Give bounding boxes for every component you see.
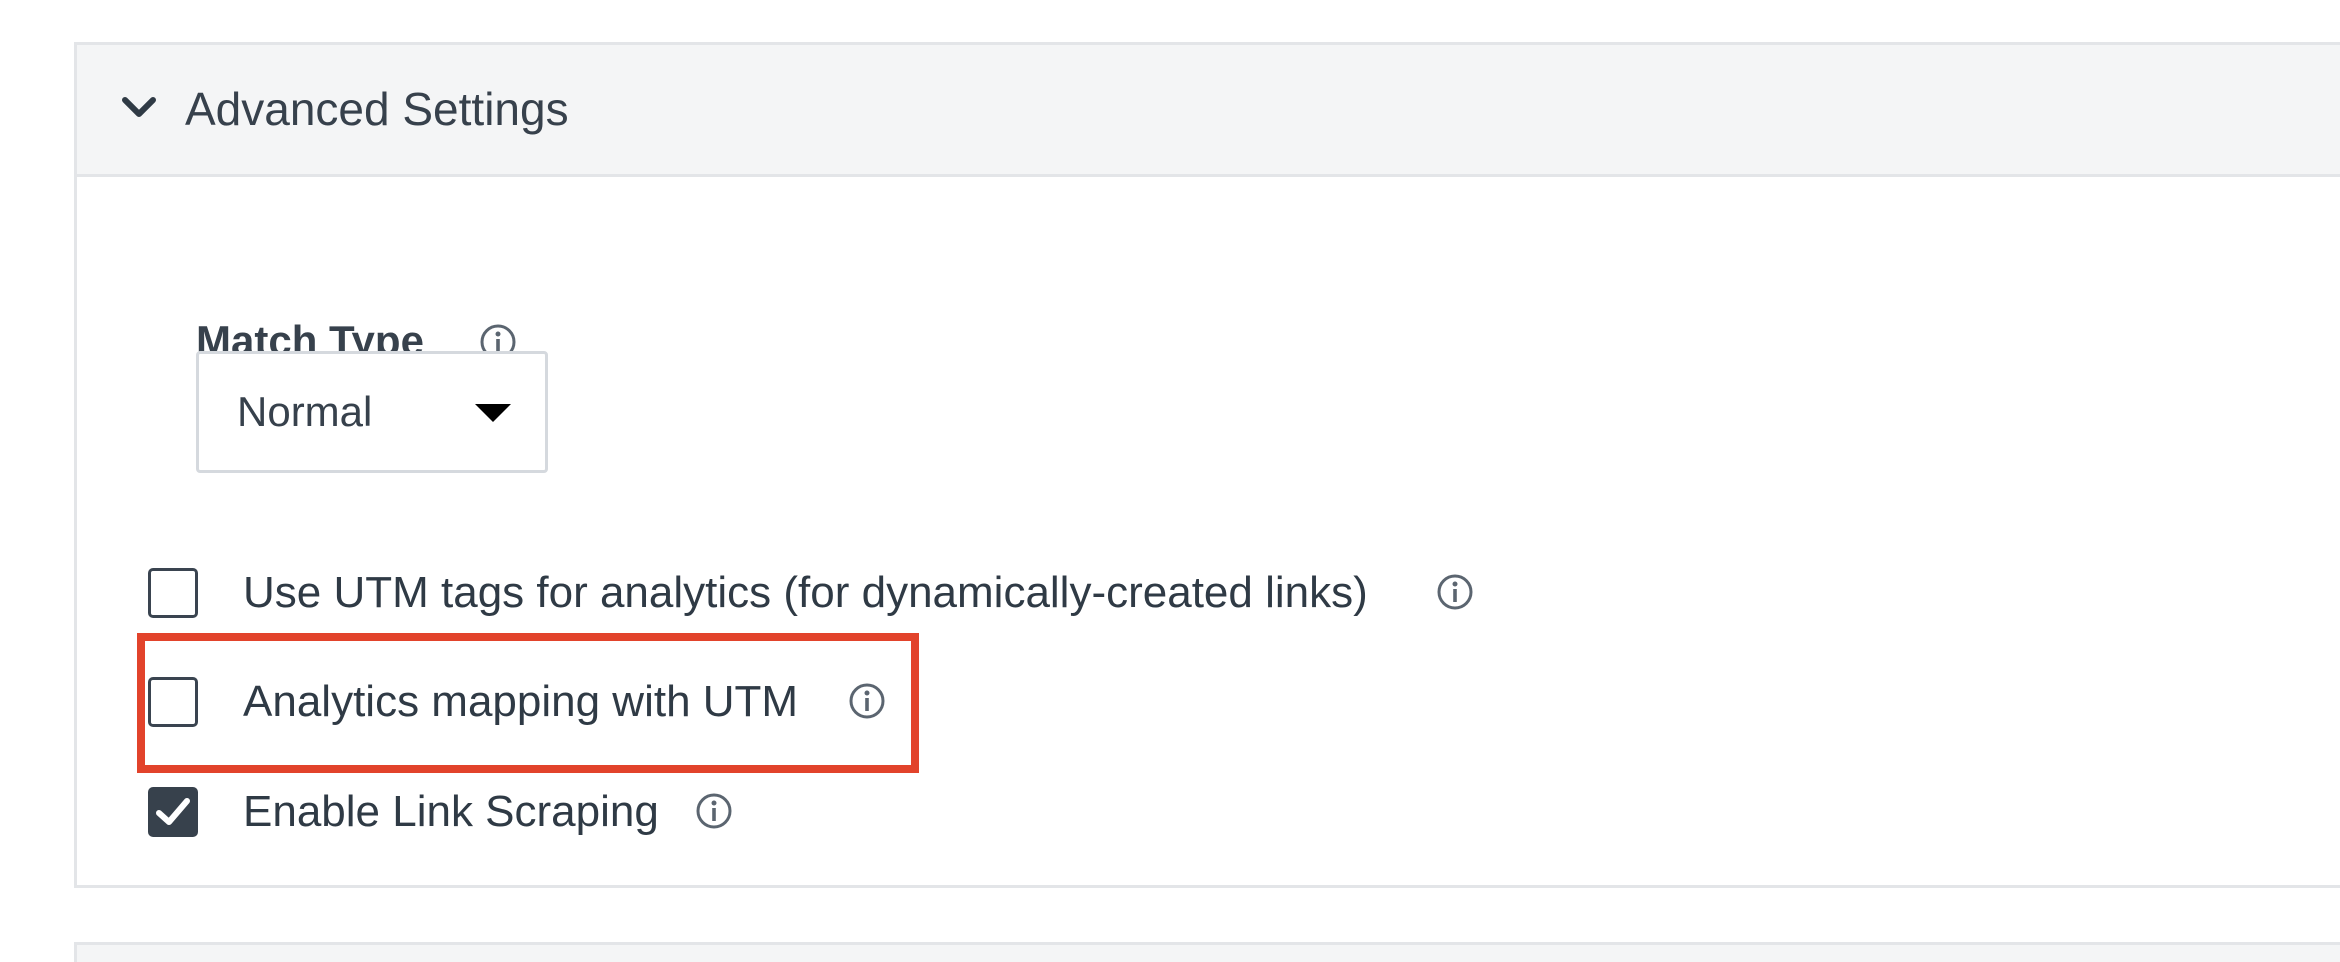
utm-tags-info-icon[interactable]	[1435, 572, 1475, 612]
match-type-selected-value: Normal	[237, 388, 373, 435]
analytics-mapping-label[interactable]: Analytics mapping with UTM	[243, 675, 798, 729]
analytics-mapping-checkbox[interactable]	[148, 677, 198, 727]
link-scraping-info-icon[interactable]	[694, 791, 734, 831]
chevron-down-icon	[122, 97, 156, 117]
utm-tags-checkbox[interactable]	[148, 568, 198, 618]
link-scraping-label[interactable]: Enable Link Scraping	[243, 785, 659, 839]
caret-down-icon	[475, 404, 511, 422]
match-type-select[interactable]: Normal	[196, 351, 548, 473]
next-panel-edge	[74, 942, 2340, 962]
advanced-settings-header[interactable]: Advanced Settings	[77, 45, 2340, 177]
advanced-settings-panel: Advanced Settings Match Type Normal Use …	[74, 42, 2340, 888]
link-scraping-checkbox[interactable]	[148, 787, 198, 837]
checkmark-icon	[156, 798, 190, 825]
utm-tags-label[interactable]: Use UTM tags for analytics (for dynamica…	[243, 566, 1368, 620]
analytics-mapping-info-icon[interactable]	[847, 681, 887, 721]
advanced-settings-title: Advanced Settings	[185, 83, 569, 135]
